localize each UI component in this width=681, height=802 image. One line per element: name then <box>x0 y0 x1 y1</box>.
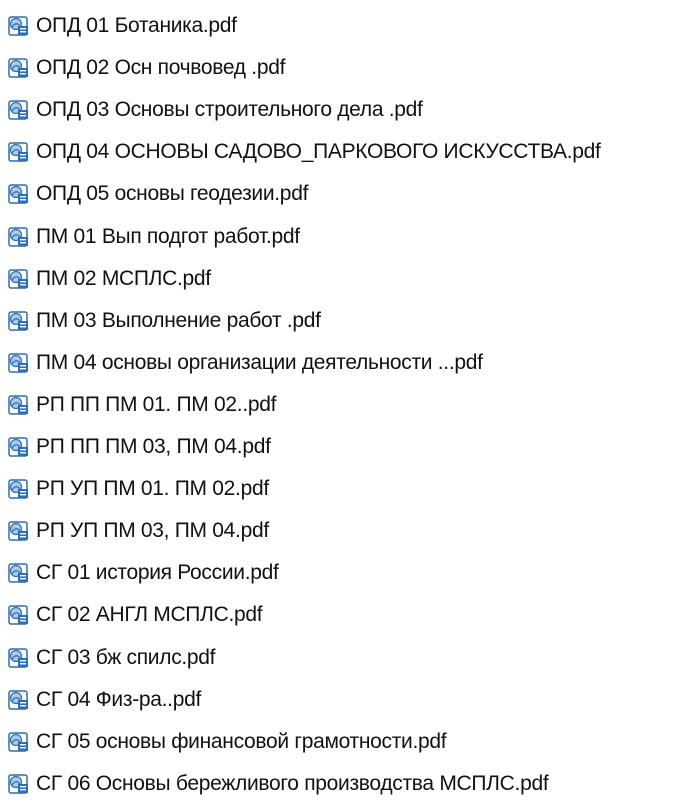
file-name-label: СГ 01 история России.pdf <box>36 561 279 584</box>
pdf-file-icon <box>8 141 30 163</box>
file-name-label: СГ 03 бж спилс.pdf <box>36 646 216 669</box>
file-name-label: СГ 05 основы финансовой грамотности.pdf <box>36 730 447 753</box>
pdf-file-icon <box>8 436 30 458</box>
pdf-file-icon <box>8 478 30 500</box>
file-item[interactable]: ОПД 03 Основы строительного дела .pdf <box>8 92 423 128</box>
file-item[interactable]: РП УП ПМ 03, ПМ 04.pdf <box>8 513 269 549</box>
file-name-label: СГ 04 Физ-ра..pdf <box>36 688 202 711</box>
file-item[interactable]: СГ 05 основы финансовой грамотности.pdf <box>8 724 447 760</box>
pdf-file-icon <box>8 352 30 374</box>
pdf-file-icon <box>8 394 30 416</box>
file-name-label: ОПД 04 ОСНОВЫ САДОВО_ПАРКОВОГО ИСКУССТВА… <box>36 140 601 163</box>
file-name-label: ПМ 03 Выполнение работ .pdf <box>36 309 321 332</box>
file-item[interactable]: ОПД 05 основы геодезии.pdf <box>8 176 308 212</box>
pdf-file-icon <box>8 226 30 248</box>
pdf-file-icon <box>8 15 30 37</box>
file-item[interactable]: СГ 01 история России.pdf <box>8 555 279 591</box>
file-list: ОПД 01 Ботаника.pdf ОПД 02 Осн почвовед .… <box>0 0 681 796</box>
file-item[interactable]: СГ 06 Основы бережливого производства МС… <box>8 766 549 802</box>
pdf-file-icon <box>8 562 30 584</box>
file-item[interactable]: ПМ 01 Вып подгот работ.pdf <box>8 219 300 255</box>
pdf-file-icon <box>8 268 30 290</box>
file-name-label: РП ПП ПМ 03, ПМ 04.pdf <box>36 435 271 458</box>
pdf-file-icon <box>8 773 30 795</box>
file-item[interactable]: ОПД 01 Ботаника.pdf <box>8 8 237 44</box>
file-item[interactable]: ПМ 04 основы организации деятельности ..… <box>8 345 483 381</box>
file-item[interactable]: ПМ 03 Выполнение работ .pdf <box>8 303 321 339</box>
file-item[interactable]: РП УП ПМ 01. ПМ 02.pdf <box>8 471 269 507</box>
file-name-label: ПМ 02 МСПЛС.pdf <box>36 267 211 290</box>
file-item[interactable]: СГ 03 бж спилс.pdf <box>8 640 216 676</box>
file-name-label: РП УП ПМ 03, ПМ 04.pdf <box>36 519 269 542</box>
file-name-label: ПМ 04 основы организации деятельности ..… <box>36 351 483 374</box>
pdf-file-icon <box>8 520 30 542</box>
file-item[interactable]: СГ 02 АНГЛ МСПЛС.pdf <box>8 597 263 633</box>
file-name-label: РП УП ПМ 01. ПМ 02.pdf <box>36 477 269 500</box>
file-name-label: ОПД 05 основы геодезии.pdf <box>36 182 309 205</box>
file-name-label: ОПД 03 Основы строительного дела .pdf <box>36 98 423 121</box>
pdf-file-icon <box>8 99 30 121</box>
file-item[interactable]: СГ 04 Физ-ра..pdf <box>8 682 201 718</box>
file-name-label: ПМ 01 Вып подгот работ.pdf <box>36 225 300 248</box>
file-item[interactable]: РП ПП ПМ 01. ПМ 02..pdf <box>8 387 276 423</box>
file-name-label: СГ 02 АНГЛ МСПЛС.pdf <box>36 603 263 626</box>
file-item[interactable]: ОПД 04 ОСНОВЫ САДОВО_ПАРКОВОГО ИСКУССТВА… <box>8 134 601 170</box>
file-name-label: ОПД 01 Ботаника.pdf <box>36 14 237 37</box>
pdf-file-icon <box>8 689 30 711</box>
pdf-file-icon <box>8 604 30 626</box>
file-item[interactable]: РП ПП ПМ 03, ПМ 04.pdf <box>8 429 271 465</box>
file-item[interactable]: ПМ 02 МСПЛС.pdf <box>8 261 211 297</box>
pdf-file-icon <box>8 310 30 332</box>
pdf-file-icon <box>8 647 30 669</box>
file-name-label: СГ 06 Основы бережливого производства МС… <box>36 772 549 795</box>
pdf-file-icon <box>8 57 30 79</box>
pdf-file-icon <box>8 183 30 205</box>
file-item[interactable]: ОПД 02 Осн почвовед .pdf <box>8 50 285 86</box>
file-name-label: ОПД 02 Осн почвовед .pdf <box>36 56 286 79</box>
pdf-file-icon <box>8 731 30 753</box>
file-name-label: РП ПП ПМ 01. ПМ 02..pdf <box>36 393 277 416</box>
